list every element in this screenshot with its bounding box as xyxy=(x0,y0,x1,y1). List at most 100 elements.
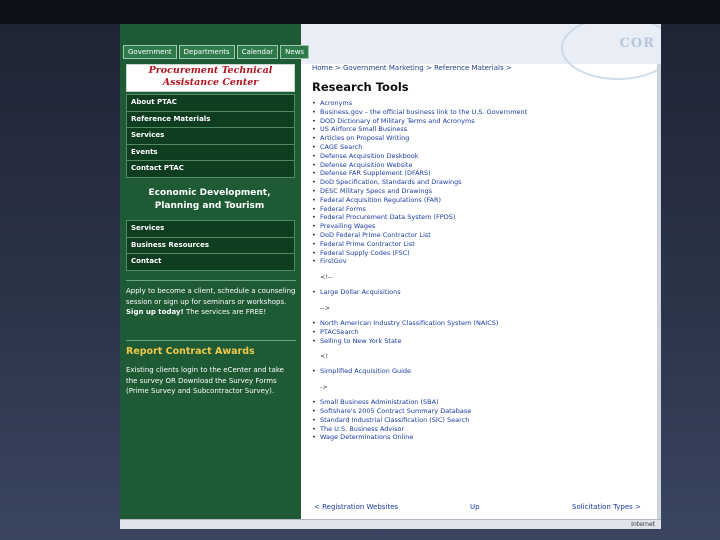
list-item-label[interactable]: DoD Federal Prime Contractor List xyxy=(320,231,431,239)
list-item-label[interactable]: DESC Military Specs and Drawings xyxy=(320,187,432,195)
next-link-solicitation[interactable]: Solicitation Types > xyxy=(572,503,641,511)
list-item-label[interactable]: The U.S. Business Advisor xyxy=(320,425,404,433)
list-item[interactable]: • Defense Acquisition Deskbook xyxy=(312,152,652,161)
ptac-logo[interactable]: Procurement Technical Assistance Center xyxy=(126,64,295,92)
ptac-nav: About PTAC Reference Materials Services … xyxy=(126,94,295,178)
list-item-label[interactable]: Acronyms xyxy=(320,99,352,107)
list-item-label[interactable]: Large Dollar Acquisitions xyxy=(320,288,401,296)
nav-contact-ptac[interactable]: Contact PTAC xyxy=(127,161,294,177)
list-item-label[interactable]: CAGE Search xyxy=(320,143,362,151)
list-item[interactable]: • Standard Industrial Classification (SIC… xyxy=(312,416,652,425)
list-item-label[interactable]: Defense Acquisition Deskbook xyxy=(320,152,419,160)
list-item-label[interactable]: Federal Prime Contractor List xyxy=(320,240,415,248)
html-comment-text: --> xyxy=(320,303,331,312)
list-item[interactable]: • DoD Federal Prime Contractor List xyxy=(312,231,652,240)
list-item-label[interactable]: Standard Industrial Classification (SIC)… xyxy=(320,416,469,424)
list-item[interactable]: • FirstGov xyxy=(312,257,652,266)
list-item-label[interactable]: Selling to New York State xyxy=(320,337,401,345)
tab-government[interactable]: Government xyxy=(123,45,177,59)
apply-text-1: Apply to become a client, schedule a cou… xyxy=(126,287,296,306)
list-item[interactable]: • DoD Specification, Standards and Drawin… xyxy=(312,178,652,187)
list-item[interactable]: • US Airforce Small Business xyxy=(312,125,652,134)
list-item[interactable]: • Acronyms xyxy=(312,99,652,108)
ptac-logo-line-1: Procurement Technical xyxy=(148,65,273,76)
list-item-label[interactable]: Simplified Acquisition Guide xyxy=(320,367,411,375)
list-item-label[interactable]: North American Industry Classification S… xyxy=(320,319,498,327)
list-item[interactable]: • Federal Procurement Data System (FPDS) xyxy=(312,213,652,222)
browser-status-bar: Internet xyxy=(120,519,661,529)
list-item[interactable]: • Articles on Proposal Writing xyxy=(312,134,652,143)
nav-econ-contact[interactable]: Contact xyxy=(127,254,294,270)
list-item-label[interactable]: Articles on Proposal Writing xyxy=(320,134,409,142)
list-item-label[interactable]: PTACSearch xyxy=(320,328,359,336)
econ-dev-logo[interactable]: Economic Development, Planning and Touri… xyxy=(126,187,293,217)
tab-departments[interactable]: Departments xyxy=(178,45,235,59)
vertical-scrollbar[interactable] xyxy=(657,64,661,524)
status-zone-text: Internet xyxy=(631,521,655,528)
list-item[interactable]: • Prevailing Wages xyxy=(312,222,652,231)
list-item[interactable]: • Federal Supply Codes (FSC) xyxy=(312,249,652,258)
sidebar-divider xyxy=(126,280,296,281)
list-item-label[interactable]: Federal Acquisition Regulations (FAR) xyxy=(320,196,441,204)
nav-events[interactable]: Events xyxy=(127,145,294,161)
list-item-label[interactable]: Federal Supply Codes (FSC) xyxy=(320,249,410,257)
list-item[interactable]: • Large Dollar Acquisitions xyxy=(312,288,652,297)
list-item[interactable]: • Simplified Acquisition Guide xyxy=(312,367,652,376)
list-item-label[interactable]: Wage Determinations Online xyxy=(320,433,413,441)
nav-business-resources[interactable]: Business Resources xyxy=(127,238,294,254)
list-item[interactable]: • Business.gov – the official business li… xyxy=(312,108,652,117)
prev-link-registration[interactable]: < Registration Websites xyxy=(314,503,398,511)
list-item[interactable]: • The U.S. Business Advisor xyxy=(312,425,652,434)
left-sidebar: Government Departments Calendar News Pro… xyxy=(120,24,310,529)
browser-screenshot: COR Government Departments Calendar News… xyxy=(120,24,661,529)
list-item-label[interactable]: FirstGov xyxy=(320,257,347,265)
list-item[interactable]: • Federal Acquisition Regulations (FAR) xyxy=(312,196,652,205)
tab-calendar[interactable]: Calendar xyxy=(236,45,279,59)
list-item-label[interactable]: Federal Procurement Data System (FPDS) xyxy=(320,213,455,221)
list-item[interactable]: • Wage Determinations Online xyxy=(312,433,652,442)
html-comment-text: <!-- xyxy=(320,273,333,282)
list-item[interactable]: • Softshare's 2005 Contract Summary Datab… xyxy=(312,407,652,416)
list-item-label[interactable]: US Airforce Small Business xyxy=(320,125,407,133)
econ-logo-line-2: Planning and Tourism xyxy=(154,201,265,211)
nav-econ-services[interactable]: Services xyxy=(127,221,294,238)
list-item[interactable]: • PTACSearch xyxy=(312,328,652,337)
list-item-label[interactable]: DOD Dictionary of Military Terms and Acr… xyxy=(320,117,475,125)
nav-services[interactable]: Services xyxy=(127,128,294,145)
list-item-label[interactable]: Business.gov – the official business lin… xyxy=(320,108,527,116)
list-item[interactable]: • Defense Acquisition Website xyxy=(312,161,652,170)
list-item-label[interactable]: Prevailing Wages xyxy=(320,222,375,230)
county-seal-icon xyxy=(561,24,661,80)
nav-reference-materials[interactable]: Reference Materials xyxy=(127,112,294,128)
apply-text: Apply to become a client, schedule a cou… xyxy=(126,286,296,318)
breadcrumb[interactable]: Home > Government Marketing > Reference … xyxy=(312,64,512,72)
research-tools-list: • Acronyms • Business.gov – the official b… xyxy=(312,99,652,442)
list-item-label[interactable]: Defense FAR Supplement (DFARS) xyxy=(320,169,431,177)
list-item[interactable]: • Defense FAR Supplement (DFARS) xyxy=(312,169,652,178)
up-link[interactable]: Up xyxy=(470,503,480,511)
list-item[interactable]: • Federal Prime Contractor List xyxy=(312,240,652,249)
list-item[interactable]: • DESC Military Specs and Drawings xyxy=(312,187,652,196)
report-contract-awards-title: Report Contract Awards xyxy=(126,346,255,357)
report-text: Existing clients login to the eCenter an… xyxy=(126,366,284,395)
list-item-label[interactable]: Defense Acquisition Website xyxy=(320,161,412,169)
list-item-label[interactable]: Softshare's 2005 Contract Summary Databa… xyxy=(320,407,471,415)
econ-logo-line-1: Economic Development, xyxy=(148,188,271,198)
list-item[interactable]: • Small Business Administration (SBA) xyxy=(312,398,652,407)
slide-background-top xyxy=(0,0,720,24)
tab-news[interactable]: News xyxy=(280,45,310,59)
top-tabs: Government Departments Calendar News xyxy=(123,45,310,59)
nav-about-ptac[interactable]: About PTAC xyxy=(127,95,294,112)
apply-text-2: The services are FREE! xyxy=(183,308,267,316)
list-item[interactable]: • DOD Dictionary of Military Terms and Ac… xyxy=(312,117,652,126)
list-item-label[interactable]: Small Business Administration (SBA) xyxy=(320,398,439,406)
list-item[interactable]: • CAGE Search xyxy=(312,143,652,152)
econ-nav: Services Business Resources Contact xyxy=(126,220,295,271)
seal-text: COR xyxy=(619,36,655,51)
list-item[interactable]: • North American Industry Classification … xyxy=(312,319,652,328)
sign-up-link[interactable]: Sign up today! xyxy=(126,308,184,316)
list-item-label[interactable]: DoD Specification, Standards and Drawing… xyxy=(320,178,462,186)
list-item[interactable]: • Selling to New York State xyxy=(312,337,652,346)
list-item-label[interactable]: Federal Forms xyxy=(320,205,366,213)
list-item[interactable]: • Federal Forms xyxy=(312,205,652,214)
